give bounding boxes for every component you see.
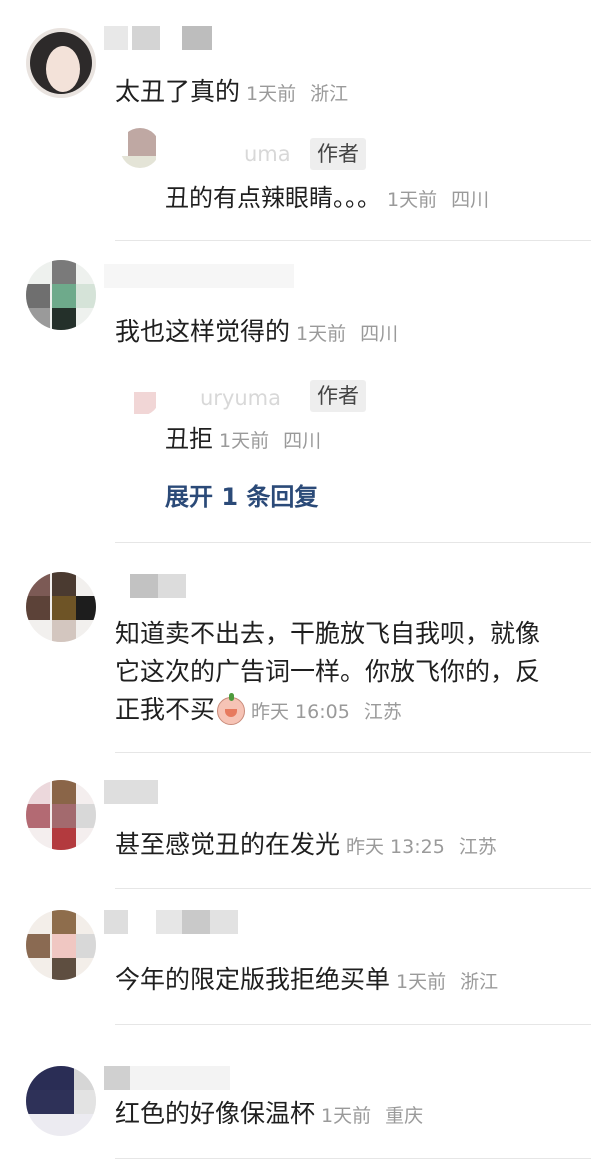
username-blurred[interactable] — [104, 574, 204, 598]
divider — [115, 1024, 591, 1025]
reply-text: 丑的有点辣眼睛。。。 1天前 四川 — [165, 184, 490, 212]
avatar[interactable] — [26, 572, 96, 642]
peach-emoji — [217, 693, 246, 725]
divider — [115, 240, 591, 241]
avatar[interactable] — [26, 1066, 96, 1136]
comment-time: 1天前 — [246, 83, 297, 105]
username-blurred[interactable] — [104, 26, 214, 50]
comment-text: 我也这样觉得的 1天前 四川 — [115, 317, 399, 346]
username-blurred[interactable] — [104, 780, 164, 804]
comment-text: 今年的限定版我拒绝买单 1天前 浙江 — [115, 965, 499, 994]
reply-author-name[interactable]: uryuma — [200, 386, 281, 410]
divider — [115, 752, 591, 753]
reply-author-name[interactable]: uma — [244, 142, 291, 166]
avatar[interactable] — [26, 260, 96, 330]
author-badge: 作者 — [310, 138, 366, 170]
avatar[interactable] — [26, 28, 96, 98]
reply-avatar[interactable] — [120, 376, 160, 416]
divider — [115, 542, 591, 543]
divider — [115, 888, 591, 889]
comment-text: 太丑了真的 1天前 浙江 — [115, 77, 349, 106]
expand-replies-button[interactable]: 展开 1 条回复 — [165, 477, 318, 512]
reply-text: 丑拒 1天前 四川 — [165, 425, 322, 453]
reply-avatar[interactable] — [120, 128, 160, 168]
username-blurred[interactable] — [104, 264, 304, 288]
avatar[interactable] — [26, 910, 96, 980]
divider — [115, 1158, 591, 1159]
username-blurred[interactable] — [104, 910, 254, 934]
comment-location: 浙江 — [310, 83, 349, 105]
author-badge: 作者 — [310, 380, 366, 412]
comment-text: 甚至感觉丑的在发光 昨天 13:25 江苏 — [115, 830, 497, 859]
comment-text: 红色的好像保温杯 1天前 重庆 — [115, 1099, 424, 1128]
avatar[interactable] — [26, 780, 96, 850]
comment-text: 知道卖不出去，干脆放飞自我呗，就像 它这次的广告词一样。你放飞你的，反 正我不买… — [115, 619, 541, 725]
username-blurred[interactable] — [104, 1066, 234, 1090]
